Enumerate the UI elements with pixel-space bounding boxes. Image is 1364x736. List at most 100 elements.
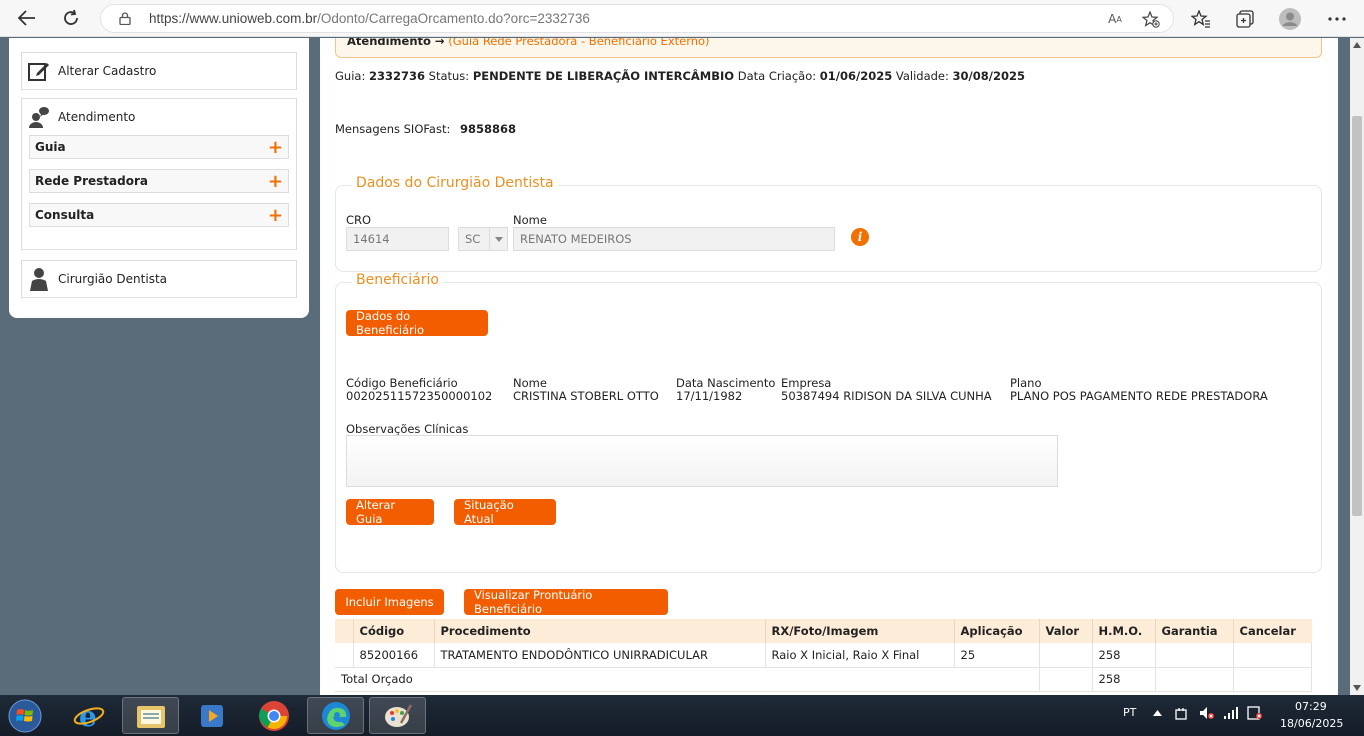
sidebar-item-guia[interactable]: Guia + <box>29 135 289 159</box>
chrome-taskbar-button[interactable] <box>245 697 302 734</box>
back-button[interactable] <box>14 6 40 30</box>
atendimento-header[interactable]: Atendimento <box>22 99 296 135</box>
more-options-icon[interactable] <box>1326 8 1348 30</box>
total-hmo: 258 <box>1092 667 1156 692</box>
atendimento-box: Atendimento Guia + Rede Prestadora + Con… <box>21 98 297 250</box>
atendimento-strip: Atendimento → (Guia Rede Prestadora - Be… <box>335 38 1322 58</box>
clock-date[interactable]: 18/06/2025 <box>1280 717 1343 730</box>
table-header: Procedimento <box>434 619 766 643</box>
add-favorite-icon[interactable] <box>1141 10 1161 28</box>
clock-time[interactable]: 07:29 <box>1295 700 1327 713</box>
favorites-icon[interactable] <box>1190 8 1212 30</box>
collections-icon[interactable] <box>1234 8 1256 30</box>
visualizar-prontuario-button[interactable]: Visualizar Prontuário Beneficiário <box>464 588 668 616</box>
alterar-guia-button[interactable]: Alterar Guia <box>346 498 434 526</box>
table-cell[interactable] <box>1233 643 1312 668</box>
paint-taskbar-button[interactable] <box>369 697 426 734</box>
refresh-button[interactable] <box>58 6 84 30</box>
scroll-down-icon[interactable] <box>1353 685 1361 691</box>
alterar-cadastro-link[interactable]: Alterar Cadastro <box>22 53 296 89</box>
table-row[interactable]: 85200166 TRATAMENTO ENDODÔNTICO UNIRRADI… <box>335 643 1312 668</box>
explorer-taskbar-button[interactable] <box>122 697 179 734</box>
table-cell: 85200166 <box>353 643 435 668</box>
sidebar: Alterar Cadastro Atendimento Guia + Rede… <box>9 38 309 318</box>
atendimento-label: Atendimento <box>58 110 136 124</box>
sidebar-item-label: Guia <box>35 140 66 154</box>
table-header-row: Código Procedimento RX/Foto/Imagem Aplic… <box>335 619 1312 643</box>
table-cell: 25 <box>954 643 1040 668</box>
sidebar-item-label: Consulta <box>35 208 95 222</box>
read-aloud-icon[interactable]: AA <box>1105 10 1125 28</box>
plus-icon: + <box>267 204 283 226</box>
siofast-line: Mensagens SIOFast: 9858868 <box>335 122 516 136</box>
validade-value: 30/08/2025 <box>952 69 1025 83</box>
sidebar-item-rede-prestadora[interactable]: Rede Prestadora + <box>29 169 289 193</box>
main-content: Atendimento → (Guia Rede Prestadora - Be… <box>320 38 1338 695</box>
table-header: Código <box>353 619 435 643</box>
atendimento-detail: (Guia Rede Prestadora - Beneficiário Ext… <box>448 38 710 48</box>
incluir-imagens-button[interactable]: Incluir Imagens <box>335 589 444 615</box>
language-indicator[interactable]: PT <box>1123 706 1136 719</box>
status-value: PENDENTE DE LIBERAÇÃO INTERCÂMBIO <box>472 69 735 83</box>
criacao-value: 01/06/2025 <box>819 69 893 83</box>
profile-avatar-icon[interactable] <box>1279 8 1301 30</box>
table-total-row: Total Orçado 258 <box>335 667 1312 692</box>
table-cell: Raio X Inicial, Raio X Final <box>765 643 955 668</box>
person-icon <box>30 268 48 291</box>
cirurgiao-link[interactable]: Cirurgião Dentista <box>22 261 296 297</box>
table-header: Garantia <box>1155 619 1234 643</box>
address-bar[interactable]: https://www.unioweb.com.br/Odonto/Carreg… <box>100 4 1174 33</box>
cro-label: CRO <box>346 213 372 227</box>
show-hidden-icons-icon[interactable] <box>1153 710 1162 716</box>
siofast-label: Mensagens SIOFast: <box>335 122 451 136</box>
atendimento-title: Atendimento → <box>347 38 445 48</box>
page-viewport: Alterar Cadastro Atendimento Guia + Rede… <box>0 38 1350 695</box>
dentista-fieldset: Dados do Cirurgião Dentista CRO 14614 SC… <box>335 175 1322 272</box>
situacao-atual-button[interactable]: Situação Atual <box>454 498 556 526</box>
plus-icon: + <box>267 136 283 158</box>
url-text: https://www.unioweb.com.br/Odonto/Carreg… <box>149 11 590 26</box>
obs-textarea[interactable] <box>346 435 1058 487</box>
scroll-thumb[interactable] <box>1352 116 1362 516</box>
page-scrollbar[interactable] <box>1350 38 1364 695</box>
plus-icon: + <box>267 170 283 192</box>
table-header-blank <box>335 619 354 643</box>
taskbar: e PT 07:29 18/06/2025 <box>0 695 1364 736</box>
ie-taskbar-button[interactable]: e <box>60 697 117 734</box>
plano-value: PLANO POS PAGAMENTO REDE PRESTADORA <box>1010 389 1268 403</box>
guia-value: 2332736 <box>368 69 425 83</box>
chevron-down-icon[interactable] <box>489 228 507 250</box>
info-icon[interactable]: i <box>851 228 869 246</box>
dados-beneficiario-button[interactable]: Dados do Beneficiário <box>346 309 488 337</box>
uf-value: SC <box>465 232 481 246</box>
edge-taskbar-button[interactable] <box>307 697 364 734</box>
table-cell: 258 <box>1092 643 1156 668</box>
power-icon[interactable] <box>1174 707 1188 721</box>
empresa-label: Empresa <box>781 376 832 390</box>
nome-dentista-field[interactable]: RENATO MEDEIROS <box>513 227 835 251</box>
browser-toolbar: https://www.unioweb.com.br/Odonto/Carreg… <box>0 0 1364 37</box>
nome-benef-label: Nome <box>513 376 547 390</box>
scroll-up-icon[interactable] <box>1353 42 1361 48</box>
alterar-cadastro-box[interactable]: Alterar Cadastro <box>21 52 297 90</box>
speaker-muted-icon[interactable] <box>1199 706 1215 720</box>
guia-info-line: Guia: 2332736 Status: PENDENTE DE LIBERA… <box>335 69 1025 83</box>
cirurgiao-box[interactable]: Cirurgião Dentista <box>21 260 297 298</box>
criacao-label: Data Criação: <box>737 69 817 83</box>
media-player-icon <box>200 704 223 727</box>
table-cell <box>1233 667 1312 692</box>
cirurgiao-label: Cirurgião Dentista <box>58 272 168 286</box>
uf-select[interactable]: SC <box>458 227 508 251</box>
internet-explorer-icon: e <box>73 701 104 731</box>
chrome-icon <box>258 700 289 731</box>
media-player-taskbar-button[interactable] <box>183 697 240 734</box>
action-center-icon[interactable] <box>1247 706 1263 720</box>
edit-icon <box>28 63 49 81</box>
cro-field[interactable]: 14614 <box>346 227 449 251</box>
sidebar-item-consulta[interactable]: Consulta + <box>29 203 289 227</box>
table-cell <box>1039 643 1093 668</box>
network-icon[interactable] <box>1223 706 1239 720</box>
start-button[interactable] <box>0 697 50 734</box>
sidebar-item-label: Rede Prestadora <box>35 174 148 188</box>
table-header: Cancelar <box>1233 619 1312 643</box>
